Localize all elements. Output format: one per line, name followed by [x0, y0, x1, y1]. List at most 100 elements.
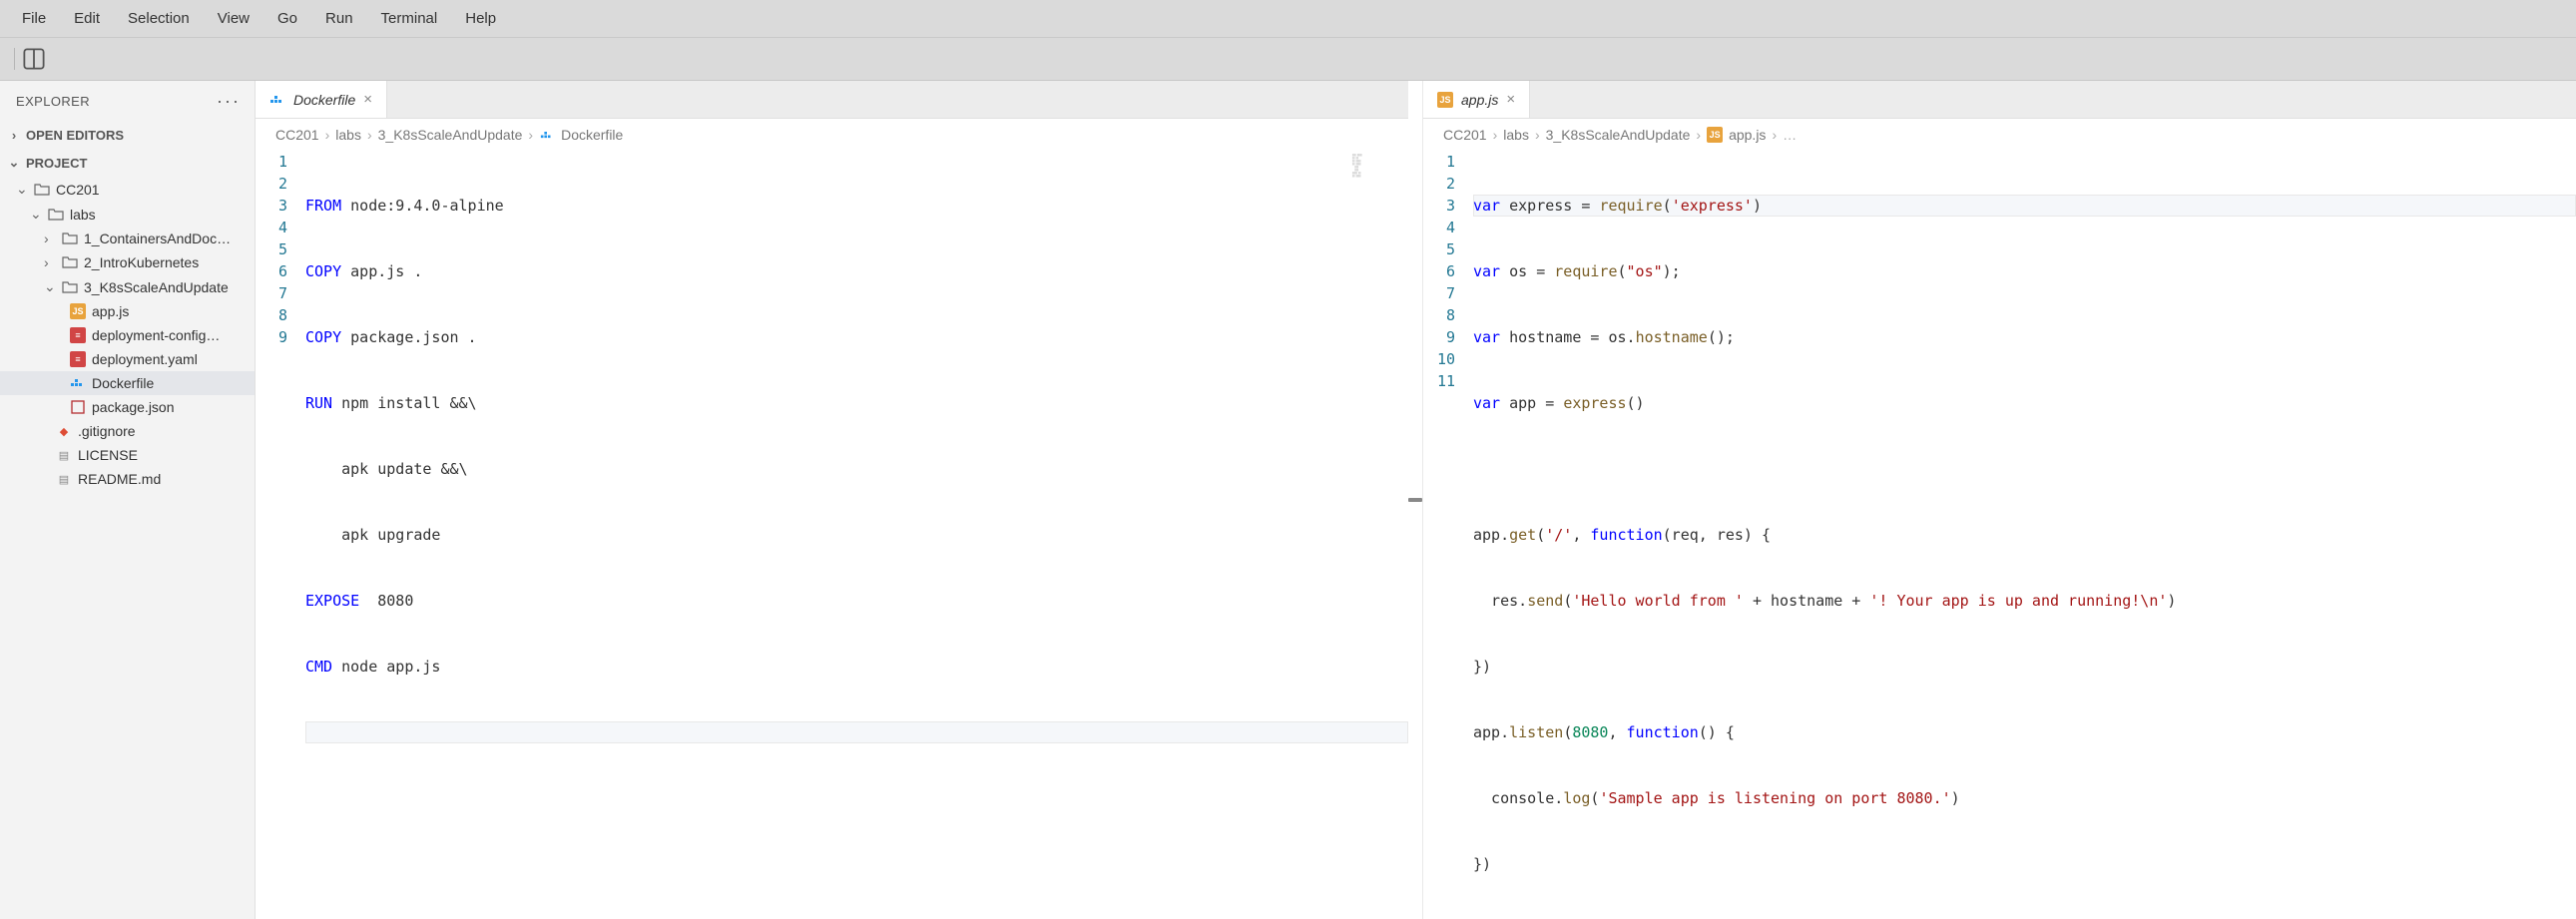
text-file-icon: ▤: [56, 471, 72, 487]
tree-folder-2[interactable]: 2_IntroKubernetes: [0, 250, 255, 274]
chevron-right-icon: ›: [1535, 127, 1540, 143]
tree-file-depcfg[interactable]: ≡ deployment-config…: [0, 323, 255, 347]
tree-label: LICENSE: [78, 447, 138, 463]
breadcrumb-right: CC201 › labs › 3_K8sScaleAndUpdate › JS app…: [1423, 119, 2576, 151]
code-lines[interactable]: FROM node:9.4.0-alpine COPY app.js . COP…: [305, 151, 1408, 919]
tree-label: package.json: [92, 399, 175, 415]
tree-label: Dockerfile: [92, 375, 154, 391]
tree-label: deployment-config…: [92, 327, 220, 343]
editor-group: Dockerfile × CC201 › labs › 3_K8sScaleAndU…: [256, 81, 2576, 919]
crumb[interactable]: Dockerfile: [561, 127, 623, 143]
tree-file-license[interactable]: ▤ LICENSE: [0, 443, 255, 467]
menu-help[interactable]: Help: [451, 4, 510, 33]
js-file-icon: JS: [1437, 92, 1453, 108]
explorer-sidebar: EXPLORER ··· OPEN EDITORS PROJECT CC201: [0, 81, 256, 919]
chevron-right-icon: [44, 254, 56, 270]
crumb[interactable]: CC201: [1443, 127, 1487, 143]
menu-go[interactable]: Go: [263, 4, 311, 33]
menu-terminal[interactable]: Terminal: [367, 4, 452, 33]
docker-file-icon: [269, 92, 285, 108]
folder-icon: [62, 279, 78, 295]
chevron-right-icon: ›: [325, 127, 330, 143]
chevron-right-icon: ›: [367, 127, 372, 143]
crumb[interactable]: labs: [335, 127, 361, 143]
tree-file-appjs[interactable]: JS app.js: [0, 299, 255, 323]
toolbar: [0, 38, 2576, 81]
tree-label: 3_K8sScaleAndUpdate: [84, 279, 229, 295]
code-editor-right[interactable]: 1 2 3 4 5 6 7 8 9 10 11 var express = re…: [1423, 151, 2576, 919]
tabbar-right: JS app.js ×: [1423, 81, 2576, 119]
tab-label: app.js: [1461, 92, 1498, 108]
tree-folder-labs[interactable]: labs: [0, 202, 255, 227]
explorer-title: EXPLORER: [16, 94, 217, 109]
yaml-file-icon: ≡: [70, 351, 86, 367]
project-label: PROJECT: [26, 156, 87, 171]
tab-dockerfile[interactable]: Dockerfile ×: [256, 81, 387, 118]
breadcrumb-left: CC201› labs› 3_K8sScaleAndUpdate› Docker…: [256, 119, 1408, 151]
close-icon[interactable]: ×: [1506, 91, 1515, 108]
tree-file-readme[interactable]: ▤ README.md: [0, 467, 255, 491]
tree-folder-root[interactable]: CC201: [0, 177, 255, 202]
tree-label: labs: [70, 207, 96, 223]
tree-label: .gitignore: [78, 423, 136, 439]
open-editors-section[interactable]: OPEN EDITORS: [0, 122, 255, 149]
folder-icon: [62, 254, 78, 270]
docker-file-icon: [70, 375, 86, 391]
tree-file-gitignore[interactable]: ◆ .gitignore: [0, 419, 255, 443]
yaml-file-icon: ≡: [70, 327, 86, 343]
menu-selection[interactable]: Selection: [114, 4, 204, 33]
crumb[interactable]: labs: [1503, 127, 1529, 143]
menu-file[interactable]: File: [8, 4, 60, 33]
tree-label: README.md: [78, 471, 161, 487]
tab-label: Dockerfile: [293, 92, 355, 108]
line-gutter: 1 2 3 4 5 6 7 8 9: [256, 151, 305, 919]
tree-file-dockerfile[interactable]: Dockerfile: [0, 371, 255, 395]
crumb[interactable]: 3_K8sScaleAndUpdate: [1546, 127, 1691, 143]
tree-label: 1_ContainersAndDoc…: [84, 230, 231, 246]
tab-appjs[interactable]: JS app.js ×: [1423, 81, 1530, 118]
explorer-header: EXPLORER ···: [0, 81, 255, 122]
editor-pane-right: JS app.js × CC201 › labs › 3_K8sScaleAndUp…: [1422, 81, 2576, 919]
crumb[interactable]: CC201: [275, 127, 319, 143]
close-icon[interactable]: ×: [363, 91, 372, 108]
editor-split-handle[interactable]: [1408, 81, 1422, 919]
crumb[interactable]: app.js: [1729, 127, 1766, 143]
editor-pane-left: Dockerfile × CC201 › labs › 3_K8sScaleAndU…: [256, 81, 1408, 919]
code-lines[interactable]: var express = require('express') var os …: [1473, 151, 2576, 919]
js-file-icon: JS: [1707, 127, 1723, 143]
menu-run[interactable]: Run: [311, 4, 367, 33]
project-section[interactable]: PROJECT: [0, 149, 255, 177]
text-file-icon: ▤: [56, 447, 72, 463]
docker-file-icon: [539, 127, 555, 143]
chevron-down-icon: [30, 206, 42, 223]
code-editor-left[interactable]: 1 2 3 4 5 6 7 8 9 FROM node:9.4.0-alpine…: [256, 151, 1408, 919]
json-file-icon: [70, 399, 86, 415]
crumb[interactable]: 3_K8sScaleAndUpdate: [378, 127, 523, 143]
folder-icon: [62, 230, 78, 246]
split-editor-icon[interactable]: [23, 48, 45, 70]
tree-file-depyaml[interactable]: ≡ deployment.yaml: [0, 347, 255, 371]
chevron-right-icon: ›: [1696, 127, 1701, 143]
tree-folder-3[interactable]: 3_K8sScaleAndUpdate: [0, 274, 255, 299]
crumb-overflow[interactable]: …: [1783, 127, 1797, 143]
folder-icon: [34, 182, 50, 198]
open-editors-label: OPEN EDITORS: [26, 128, 124, 143]
tree-label: 2_IntroKubernetes: [84, 254, 199, 270]
tree-file-package[interactable]: package.json: [0, 395, 255, 419]
tree-label: CC201: [56, 182, 100, 198]
toolbar-separator: [14, 48, 15, 70]
tree-folder-1[interactable]: 1_ContainersAndDoc…: [0, 227, 255, 250]
chevron-right-icon: [44, 230, 56, 246]
chevron-down-icon: [8, 155, 20, 171]
git-file-icon: ◆: [56, 423, 72, 439]
minimap[interactable]: ███ ██████ ████ ██████ ████ ███ ███████ …: [1348, 151, 1408, 270]
menu-view[interactable]: View: [204, 4, 263, 33]
chevron-down-icon: [44, 278, 56, 295]
menu-edit[interactable]: Edit: [60, 4, 114, 33]
folder-icon: [48, 207, 64, 223]
chevron-right-icon: ›: [1493, 127, 1498, 143]
chevron-right-icon: ›: [1772, 127, 1777, 143]
tree-label: deployment.yaml: [92, 351, 198, 367]
line-gutter: 1 2 3 4 5 6 7 8 9 10 11: [1423, 151, 1473, 919]
explorer-more-icon[interactable]: ···: [217, 91, 241, 112]
